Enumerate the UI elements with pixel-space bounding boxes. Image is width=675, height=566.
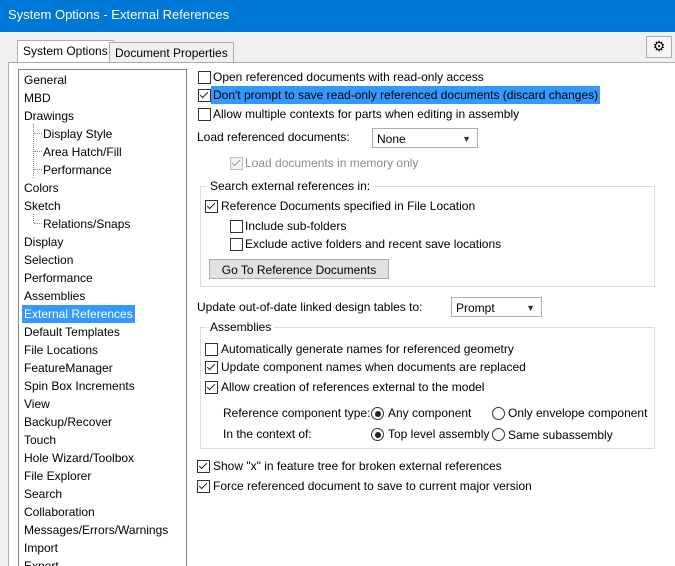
update-tables-label: Update out-of-date linked design tables … [197, 300, 423, 314]
tree-item-collaboration[interactable]: Collaboration [24, 503, 95, 521]
ref-docs-checkbox[interactable] [205, 200, 218, 213]
assemblies-group-legend: Assemblies [207, 320, 275, 334]
tree-connector [33, 214, 34, 223]
tree-item-default-templates[interactable]: Default Templates [24, 323, 120, 341]
multiple-contexts-checkbox[interactable] [198, 108, 211, 121]
tab-system-options[interactable]: System Options [17, 40, 114, 64]
dont-prompt-checkbox[interactable] [198, 89, 211, 102]
force-save-label: Force referenced document to save to cur… [213, 479, 532, 493]
tree-connector [34, 223, 42, 224]
tree-item-spin-box[interactable]: Spin Box Increments [24, 377, 135, 395]
update-tables-value: Prompt [456, 301, 495, 315]
tree-item-display[interactable]: Display [24, 233, 63, 251]
update-names-label: Update component names when documents ar… [221, 360, 526, 374]
exclude-active-label: Exclude active folders and recent save l… [245, 237, 502, 251]
open-readonly-label: Open referenced documents with read-only… [213, 70, 484, 84]
load-in-memory-checkbox[interactable] [230, 157, 243, 170]
options-tree[interactable]: General MBD Drawings Display Style Area … [18, 69, 187, 566]
any-component-label: Any component [388, 406, 472, 420]
context-label: In the context of: [223, 427, 312, 441]
load-referenced-value: None [377, 132, 406, 146]
allow-external-checkbox[interactable] [205, 381, 218, 394]
tree-connector [34, 133, 42, 134]
gear-icon[interactable]: ⚙ [646, 36, 672, 58]
tree-item-mbd[interactable]: MBD [24, 89, 51, 107]
ref-docs-label: Reference Documents specified in File Lo… [221, 199, 476, 213]
ref-type-label: Reference component type: [223, 406, 371, 420]
search-group-legend: Search external references in: [207, 179, 374, 193]
load-referenced-select[interactable]: None ▼ [372, 128, 478, 148]
update-names-checkbox[interactable] [205, 361, 218, 374]
tree-item-featuremanager[interactable]: FeatureManager [24, 359, 113, 377]
any-component-radio[interactable] [371, 407, 384, 420]
tree-item-drawings[interactable]: Drawings [24, 107, 74, 125]
only-envelope-radio[interactable] [492, 407, 505, 420]
tree-item-touch[interactable]: Touch [24, 431, 56, 449]
sub-folders-checkbox[interactable] [230, 220, 243, 233]
tree-item-relations-snaps[interactable]: Relations/Snaps [43, 215, 130, 233]
tree-item-file-explorer[interactable]: File Explorer [24, 467, 91, 485]
window-title: System Options - External References [8, 7, 230, 22]
exclude-active-checkbox[interactable] [230, 238, 243, 251]
title-bar: System Options - External References [0, 0, 675, 32]
sub-folders-label: Include sub-folders [245, 219, 347, 233]
goto-reference-docs-button[interactable]: Go To Reference Documents [209, 259, 389, 279]
tree-item-colors[interactable]: Colors [24, 179, 59, 197]
same-sub-radio[interactable] [492, 428, 505, 441]
tree-connector [34, 169, 42, 170]
tree-item-assemblies[interactable]: Assemblies [24, 287, 85, 305]
show-x-checkbox[interactable] [197, 460, 210, 473]
dont-prompt-label: Don't prompt to save read-only reference… [211, 86, 601, 104]
tree-item-external-references[interactable]: External References [22, 305, 135, 323]
allow-external-label: Allow creation of references external to… [221, 380, 485, 394]
tree-item-general[interactable]: General [24, 71, 67, 89]
show-x-label: Show "x" in feature tree for broken exte… [213, 459, 502, 473]
tab-document-properties[interactable]: Document Properties [109, 42, 234, 64]
tree-item-file-locations[interactable]: File Locations [24, 341, 98, 359]
auto-names-checkbox[interactable] [205, 343, 218, 356]
tree-item-view[interactable]: View [24, 395, 50, 413]
load-referenced-label: Load referenced documents: [197, 130, 350, 144]
auto-names-label: Automatically generate names for referen… [221, 342, 514, 356]
tree-connector [34, 151, 42, 152]
only-envelope-label: Only envelope component [508, 406, 648, 420]
top-level-radio[interactable] [371, 428, 384, 441]
tree-item-performance[interactable]: Performance [24, 269, 93, 287]
top-level-label: Top level assembly [388, 427, 490, 441]
update-tables-select[interactable]: Prompt ▼ [451, 297, 542, 317]
multiple-contexts-label: Allow multiple contexts for parts when e… [213, 107, 520, 121]
tree-item-search[interactable]: Search [24, 485, 62, 503]
tree-item-backup-recover[interactable]: Backup/Recover [24, 413, 112, 431]
tree-item-drawings-performance[interactable]: Performance [43, 161, 112, 179]
chevron-down-icon: ▼ [462, 134, 471, 144]
tree-item-import[interactable]: Import [24, 539, 58, 557]
same-sub-label: Same subassembly [508, 428, 613, 442]
tree-item-messages[interactable]: Messages/Errors/Warnings [24, 521, 168, 539]
chevron-down-icon: ▼ [526, 303, 535, 313]
tree-item-sketch[interactable]: Sketch [24, 197, 61, 215]
tree-item-selection[interactable]: Selection [24, 251, 73, 269]
tree-item-display-style[interactable]: Display Style [43, 125, 112, 143]
load-in-memory-label: Load documents in memory only [245, 156, 419, 170]
tree-item-area-hatch[interactable]: Area Hatch/Fill [43, 143, 122, 161]
tree-item-hole-wizard[interactable]: Hole Wizard/Toolbox [24, 449, 134, 467]
open-readonly-checkbox[interactable] [198, 71, 211, 84]
force-save-checkbox[interactable] [197, 480, 210, 493]
